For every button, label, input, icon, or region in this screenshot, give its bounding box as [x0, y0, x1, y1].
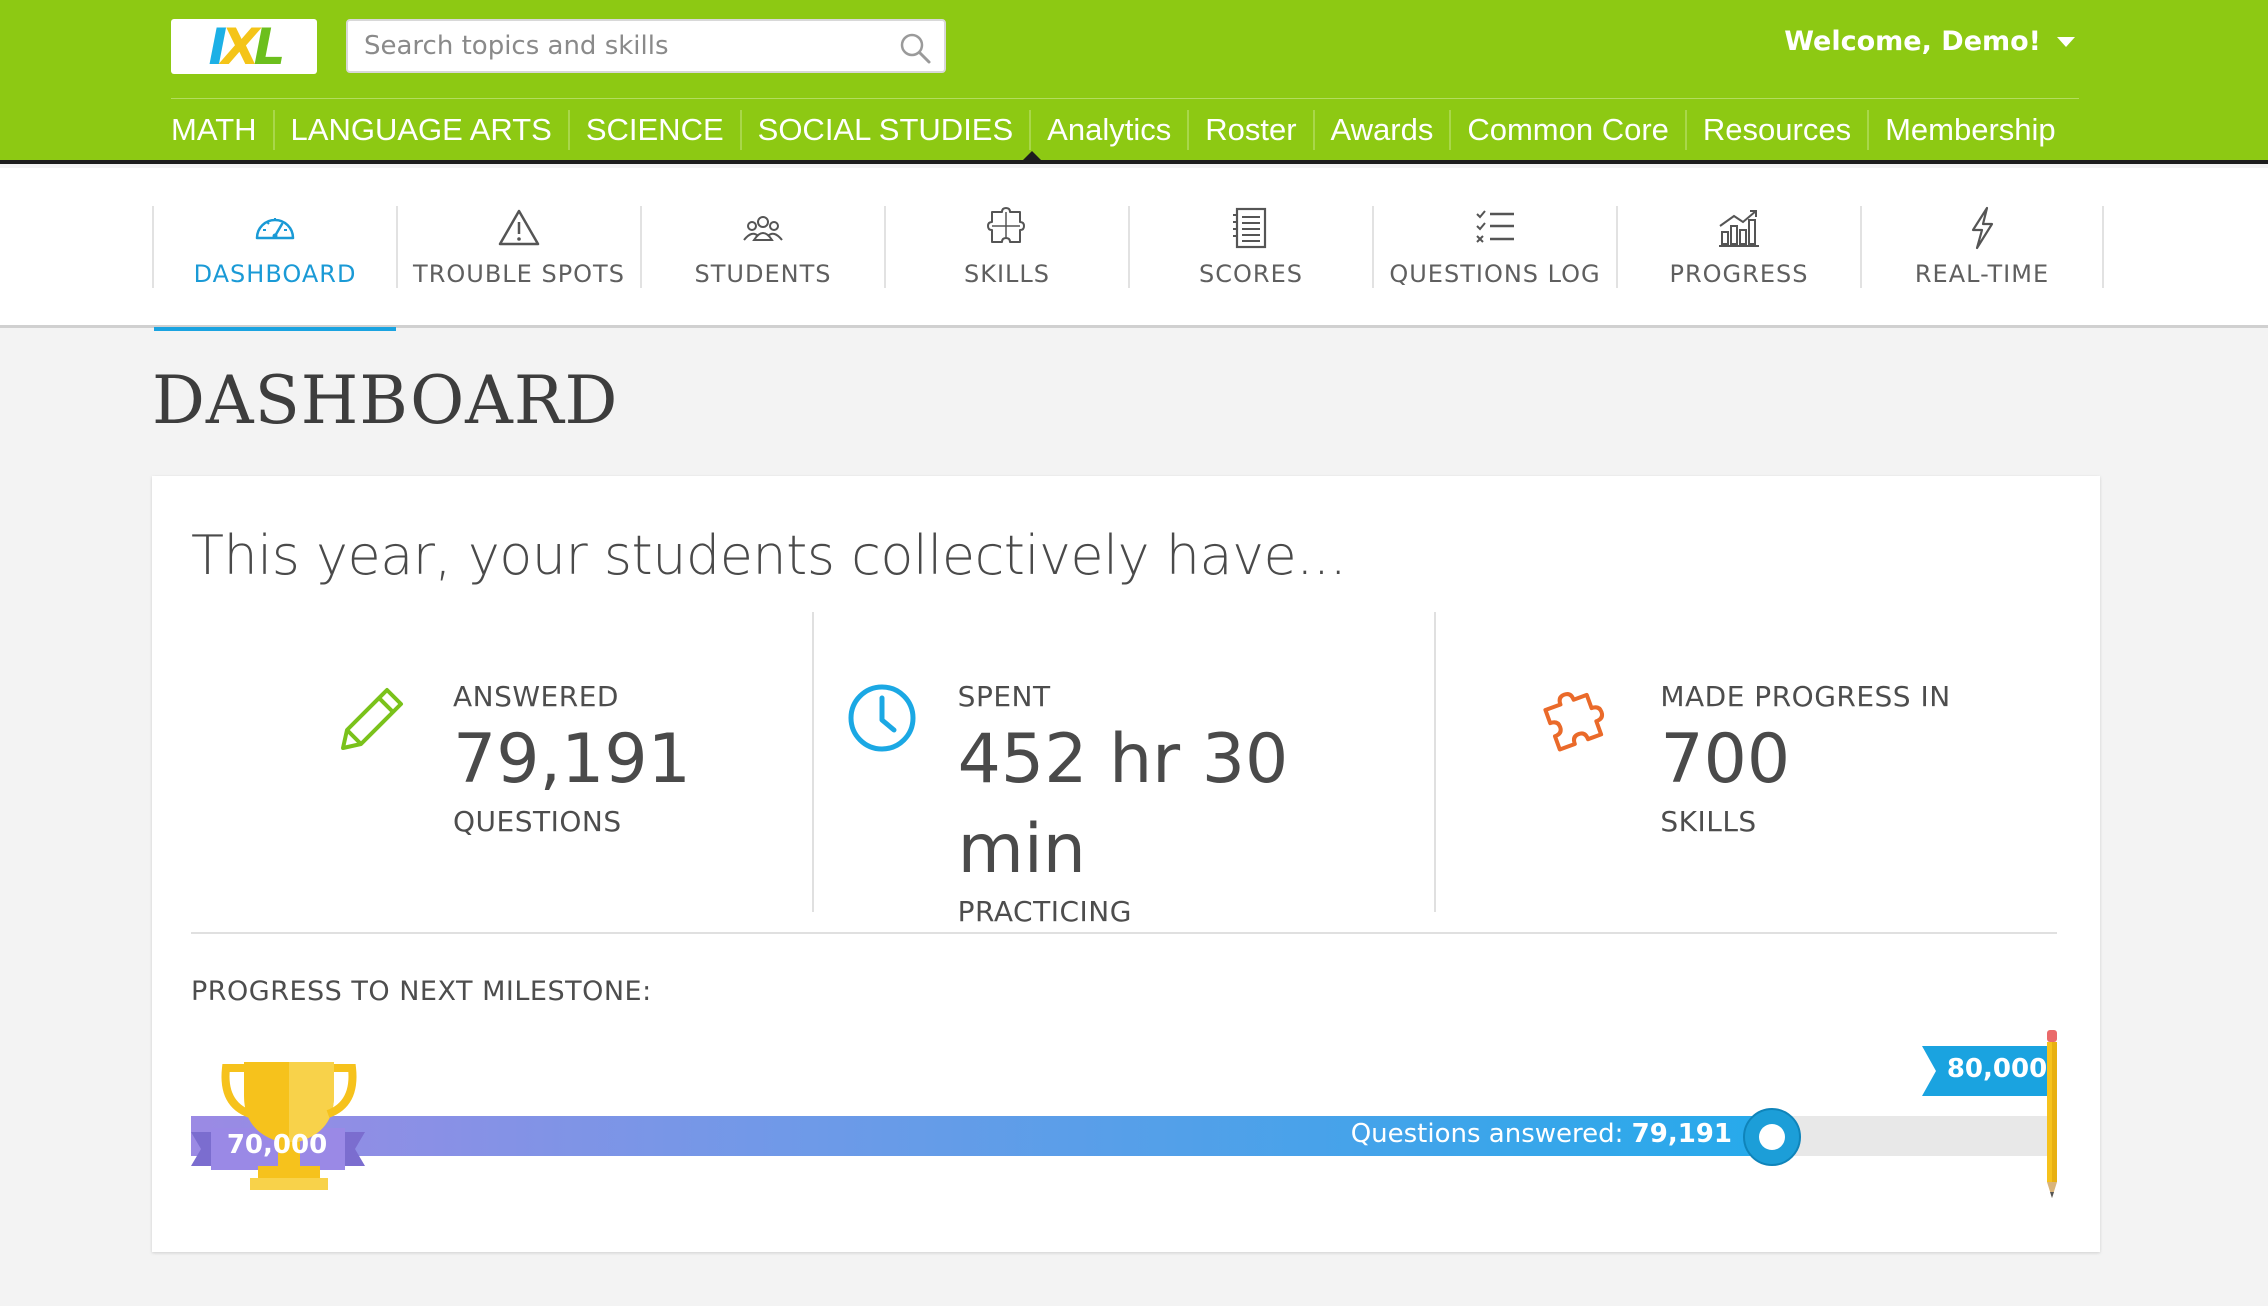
- warning-icon: [498, 209, 540, 246]
- tab-trouble-spots[interactable]: TROUBLE SPOTS: [396, 206, 640, 288]
- nav-language-arts[interactable]: LANGUAGE ARTS: [275, 110, 570, 150]
- tab-label: STUDENTS: [694, 260, 832, 288]
- tab-label: DASHBOARD: [193, 260, 357, 288]
- card-headline: This year, your students collectively ha…: [191, 524, 1347, 587]
- answered-value: 79,191: [1631, 1119, 1732, 1149]
- nav-roster[interactable]: Roster: [1189, 110, 1315, 150]
- pencil-icon: [341, 688, 403, 750]
- ixl-logo[interactable]: IXL: [171, 19, 317, 74]
- active-nav-pointer: [1021, 151, 1043, 162]
- stat-sub: PRACTICING: [957, 895, 1132, 928]
- tab-progress[interactable]: PROGRESS: [1616, 206, 1860, 288]
- logo-text: IXL: [208, 17, 285, 76]
- section-divider: [191, 932, 2057, 934]
- tab-dashboard[interactable]: DASHBOARD: [152, 206, 396, 331]
- clock-icon: [848, 684, 916, 752]
- page-title: DASHBOARD: [152, 362, 619, 439]
- nav-social-studies[interactable]: SOCIAL STUDIES: [742, 110, 1032, 150]
- lightning-icon: [1971, 206, 1994, 250]
- stat-label: MADE PROGRESS IN: [1660, 680, 1951, 713]
- progress-marker: [1743, 1108, 1801, 1166]
- start-milestone-label: 70,000: [226, 1130, 328, 1160]
- trophy-icon: [221, 1062, 357, 1190]
- stat-spent: SPENT 452 hr 30 min PRACTICING: [811, 612, 1435, 928]
- answered-prefix: Questions answered:: [1350, 1119, 1624, 1149]
- nav-resources[interactable]: Resources: [1687, 110, 1870, 150]
- tab-label: TROUBLE SPOTS: [413, 260, 625, 288]
- pencil-marker-icon: [2047, 1030, 2057, 1198]
- summary-card: This year, your students collectively ha…: [152, 476, 2100, 1252]
- tab-label: QUESTIONS LOG: [1389, 260, 1601, 288]
- checklist-icon: [1476, 210, 1514, 243]
- nav-membership[interactable]: Membership: [1869, 110, 2072, 150]
- puzzle-icon: [1543, 692, 1605, 752]
- stat-value: 700: [1660, 720, 1791, 799]
- bar-chart-icon: [1719, 210, 1759, 247]
- tab-questions-log[interactable]: QUESTIONS LOG: [1372, 206, 1616, 288]
- students-icon: [743, 216, 783, 241]
- tab-scores[interactable]: SCORES: [1128, 206, 1372, 288]
- nav-science[interactable]: SCIENCE: [570, 110, 742, 150]
- stats-row: ANSWERED 79,191 QUESTIONS SPENT 452 hr 3…: [191, 612, 2057, 928]
- tab-students[interactable]: STUDENTS: [640, 206, 884, 288]
- search-icon[interactable]: [898, 31, 932, 65]
- end-milestone-label: 80,000: [1946, 1054, 2048, 1084]
- stat-label: SPENT: [957, 680, 1051, 713]
- account-menu[interactable]: Welcome, Demo!: [1784, 26, 2075, 57]
- puzzle-icon: [987, 207, 1025, 243]
- nav-math[interactable]: MATH: [171, 110, 275, 150]
- tab-label: PROGRESS: [1669, 260, 1809, 288]
- top-header: IXL Welcome, Demo! MATH LANGUAGE ARTS SC…: [0, 0, 2268, 164]
- tab-skills[interactable]: SKILLS: [884, 206, 1128, 288]
- stat-sub: SKILLS: [1660, 805, 1757, 838]
- main-nav: MATH LANGUAGE ARTS SCIENCE SOCIAL STUDIE…: [171, 108, 2072, 152]
- analytics-subnav: DASHBOARD TROUBLE SPOTS STUDENTS SKILLS …: [0, 168, 2268, 331]
- gauge-icon: [255, 218, 295, 240]
- stat-value: 79,191: [453, 720, 691, 799]
- stat-answered: ANSWERED 79,191 QUESTIONS: [191, 612, 812, 912]
- header-divider: [171, 98, 2079, 99]
- questions-answered-text: Questions answered: 79,191: [1351, 1119, 1732, 1149]
- tab-label: SKILLS: [963, 260, 1051, 288]
- search-input[interactable]: [364, 31, 884, 61]
- nav-analytics[interactable]: Analytics: [1031, 110, 1190, 150]
- stat-value: 452 hr 30 min: [957, 720, 1289, 889]
- stat-label: ANSWERED: [453, 680, 619, 713]
- tab-real-time[interactable]: REAL-TIME: [1860, 206, 2104, 288]
- stat-sub: QUESTIONS: [453, 805, 622, 838]
- nav-common-core[interactable]: Common Core: [1451, 110, 1687, 150]
- stat-skills: MADE PROGRESS IN 700 SKILLS: [1434, 612, 2057, 912]
- search-box: [346, 19, 946, 73]
- tab-label: REAL-TIME: [1914, 260, 2050, 288]
- nav-awards[interactable]: Awards: [1315, 110, 1452, 150]
- welcome-text: Welcome, Demo!: [1784, 26, 2041, 57]
- notebook-icon: [1233, 207, 1267, 249]
- milestone-label: PROGRESS TO NEXT MILESTONE:: [191, 976, 652, 1007]
- caret-down-icon: [2057, 36, 2075, 47]
- tab-label: SCORES: [1199, 260, 1303, 288]
